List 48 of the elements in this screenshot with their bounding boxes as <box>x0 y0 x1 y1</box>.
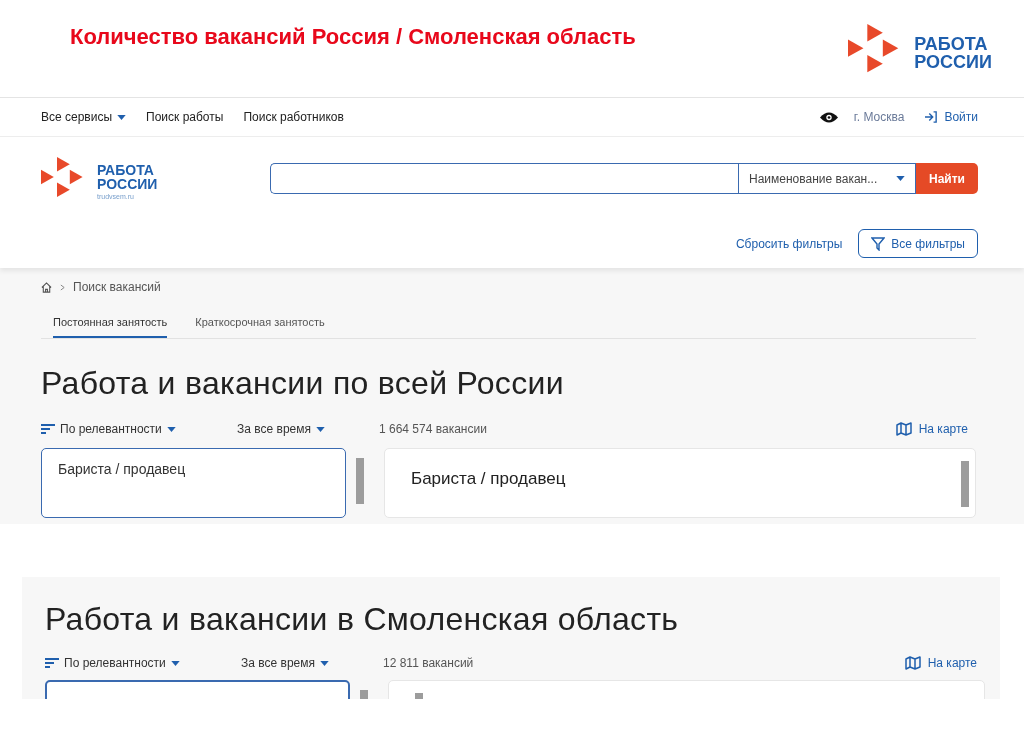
eye-icon <box>819 110 838 124</box>
map-icon <box>895 422 912 436</box>
home-icon <box>41 281 52 293</box>
all-filters-button[interactable]: Все фильтры <box>858 229 978 258</box>
sort-icon <box>45 658 59 668</box>
sort-icon <box>41 424 55 434</box>
tab[interactable]: Краткосрочная занятость <box>195 316 325 338</box>
logo-text: РОССИИ <box>914 53 992 71</box>
caret-icon <box>320 660 329 666</box>
map-link[interactable]: На карте <box>895 422 968 436</box>
nav-link[interactable]: Поиск работы <box>146 110 224 124</box>
caret-icon <box>316 426 325 432</box>
vacancy-title: Бариста / продавец <box>58 461 187 477</box>
logo-text: РАБОТА <box>97 162 155 177</box>
slide-title: Количество вакансий Россия / Смоленская область <box>70 24 636 50</box>
vacancy-count: 12 811 вакансий <box>383 656 475 670</box>
caret-icon <box>170 660 180 666</box>
scrollbar[interactable] <box>356 458 364 504</box>
logo-text: РАБОТА <box>914 35 989 53</box>
city-link[interactable]: г. Москва <box>853 110 905 124</box>
map-icon <box>904 656 921 670</box>
login-link[interactable]: Войти <box>924 110 978 124</box>
caret-icon <box>896 176 905 181</box>
sort-dropdown[interactable]: По релевантности <box>45 656 241 670</box>
tab[interactable]: Постоянная занятость <box>53 316 168 338</box>
nav-link[interactable]: Поиск работников <box>243 110 344 124</box>
breadcrumb-current: Поиск вакансий <box>73 280 161 294</box>
sort-dropdown[interactable]: По релевантности <box>41 422 237 436</box>
page-heading: Работа и вакансии по всей России <box>41 365 565 402</box>
search-type-dropdown[interactable]: Наименование вакан... <box>738 163 916 194</box>
chevron-icon <box>60 283 65 291</box>
vacancy-list-card[interactable]: Бариста / продавец <box>41 448 346 518</box>
map-link[interactable]: На карте <box>904 656 977 670</box>
nav-link[interactable]: Все сервисы <box>41 110 127 124</box>
login-icon <box>924 111 939 123</box>
caret-icon <box>166 426 176 432</box>
reset-filters-link[interactable]: Сбросить фильтры <box>735 236 843 251</box>
caret-icon <box>117 114 127 120</box>
search-field[interactable] <box>270 163 738 194</box>
search-button[interactable]: Найти <box>916 163 978 194</box>
vacancy-title: Бариста / продавец <box>411 469 566 489</box>
period-dropdown[interactable]: За все время <box>237 422 379 436</box>
filter-icon <box>871 236 886 251</box>
logo-text: РОССИИ <box>97 176 158 191</box>
page-heading: Работа и вакансии в Смоленская область <box>45 601 680 638</box>
vacancy-count: 1 664 574 вакансии <box>379 422 488 436</box>
period-dropdown[interactable]: За все время <box>241 656 383 670</box>
scrollbar[interactable] <box>961 461 969 507</box>
